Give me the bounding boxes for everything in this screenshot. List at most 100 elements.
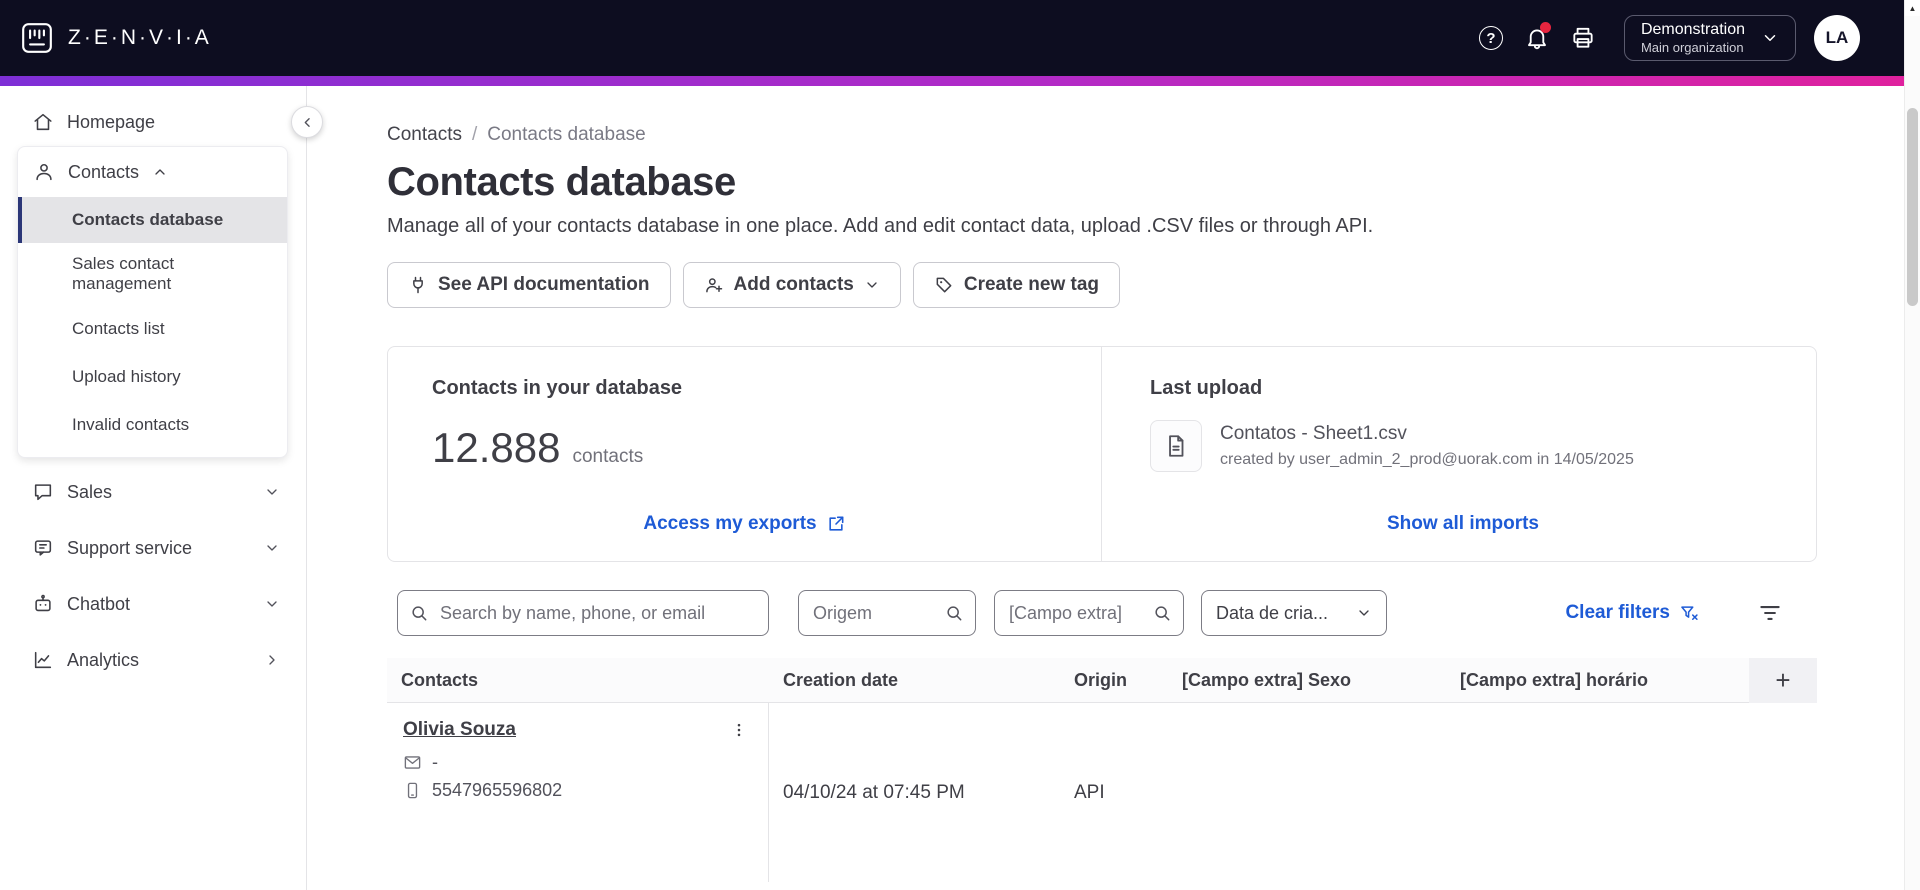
contacts-count-title: Contacts in your database xyxy=(432,377,683,399)
table-row: Olivia Souza - 5547965596802 04/10/24 at… xyxy=(387,703,1817,882)
sidebar-item-label: Support service xyxy=(67,537,193,558)
api-plug-icon xyxy=(408,275,428,295)
date-filter-label: Data de cria... xyxy=(1216,602,1329,623)
column-header-origin: Origin xyxy=(1074,670,1127,690)
sidebar-item-contacts-list[interactable]: Contacts list xyxy=(18,305,287,353)
sidebar-item-chatbot[interactable]: Chatbot xyxy=(0,576,306,632)
contacts-count-unit: contacts xyxy=(572,446,644,467)
link-label: Show all imports xyxy=(1386,513,1540,534)
search-field-wrap xyxy=(397,590,769,636)
last-upload-section: Last upload Contatos - Sheet1.csv create… xyxy=(1101,347,1816,561)
search-input[interactable] xyxy=(397,590,769,636)
chevron-down-icon xyxy=(264,540,280,556)
origem-field-wrap xyxy=(798,590,976,636)
creation-date-filter-select[interactable]: Data de cria... xyxy=(1201,590,1387,636)
link-label: Access my exports xyxy=(643,513,817,534)
link-label: Clear filters xyxy=(1565,602,1670,623)
contacts-count-value: 12.888 xyxy=(432,424,561,471)
last-upload-file-row: Contatos - Sheet1.csv created by user_ad… xyxy=(1150,420,1776,472)
create-new-tag-button[interactable]: Create new tag xyxy=(912,262,1121,308)
line-chart-icon xyxy=(32,649,54,671)
chevron-down-icon xyxy=(264,484,280,500)
scrollbar-up-arrow[interactable]: ▲ xyxy=(1905,0,1920,16)
main-content: Contacts / Contacts database Contacts da… xyxy=(307,86,1904,890)
sidebar-item-sales-contact-management[interactable]: Sales contact management xyxy=(18,243,287,305)
breadcrumb-current: Contacts database xyxy=(487,124,646,145)
sidebar-item-sales[interactable]: Sales xyxy=(0,464,306,520)
campo-extra-field-wrap xyxy=(994,590,1184,636)
sidebar-item-label: Analytics xyxy=(67,649,140,670)
scrollbar-thumb[interactable] xyxy=(1907,108,1918,306)
sidebar-item-contacts-database[interactable]: Contacts database xyxy=(18,197,287,243)
origin-cell: API xyxy=(1074,781,1105,803)
chevron-up-icon xyxy=(152,164,168,180)
contacts-count-row: 12.888 contacts xyxy=(432,424,1057,472)
breadcrumb-separator: / xyxy=(471,124,478,145)
breadcrumb-contacts[interactable]: Contacts xyxy=(387,124,462,146)
filters-bar: Data de cria... Clear filters xyxy=(387,590,1817,636)
organization-subtitle: Main organization xyxy=(1640,39,1744,55)
clear-filters-button[interactable]: Clear filters xyxy=(1565,602,1699,624)
sidebar: Homepage Contacts Contacts database Sale… xyxy=(0,86,307,890)
add-contacts-button[interactable]: Add contacts xyxy=(682,262,901,308)
vertical-scrollbar[interactable]: ▲ xyxy=(1904,0,1920,890)
chevron-down-icon xyxy=(1761,29,1779,47)
sidebar-item-homepage[interactable]: Homepage xyxy=(0,98,306,146)
home-icon xyxy=(32,111,54,133)
access-my-exports-link[interactable]: Access my exports xyxy=(643,513,845,535)
mobile-phone-icon xyxy=(403,781,422,800)
export-icon xyxy=(826,514,846,534)
contact-email-line: - xyxy=(403,752,758,773)
contact-name-link[interactable]: Olivia Souza xyxy=(403,719,516,741)
organization-name: Demonstration xyxy=(1640,20,1745,38)
support-chat-icon xyxy=(32,537,54,559)
sidebar-item-analytics[interactable]: Analytics xyxy=(0,632,306,688)
zenvia-logo-icon xyxy=(20,21,54,55)
person-icon xyxy=(33,161,55,183)
see-api-documentation-button[interactable]: See API documentation xyxy=(387,262,671,308)
sidebar-collapse-button[interactable] xyxy=(291,106,323,138)
creation-date-cell: 04/10/24 at 07:45 PM xyxy=(783,781,965,803)
add-column-button[interactable]: + xyxy=(1749,658,1817,703)
last-upload-file-info: Contatos - Sheet1.csv created by user_ad… xyxy=(1220,423,1634,469)
button-label: Create new tag xyxy=(963,274,1100,295)
page-toolbar: See API documentation Add contacts Creat… xyxy=(387,262,1817,308)
zenvia-wordmark: Z·E·N·V·I·A xyxy=(68,26,212,49)
user-avatar[interactable]: LA xyxy=(1814,15,1860,61)
sidebar-item-upload-history[interactable]: Upload history xyxy=(18,353,287,401)
chat-bubble-icon xyxy=(32,481,54,503)
uploaded-file-meta: created by user_admin_2_prod@uorak.com i… xyxy=(1220,451,1634,468)
chevron-left-icon xyxy=(300,115,315,130)
button-label: Add contacts xyxy=(733,274,854,295)
chevron-right-icon xyxy=(264,652,280,668)
filter-settings-icon[interactable] xyxy=(1757,600,1783,626)
notifications-button[interactable] xyxy=(1514,15,1560,61)
search-icon xyxy=(1152,603,1172,623)
envelope-icon xyxy=(403,753,422,772)
page-title: Contacts database xyxy=(387,160,736,204)
campo-horario-cell xyxy=(1446,703,1749,882)
tag-icon xyxy=(934,275,954,295)
sidebar-item-support-service[interactable]: Support service xyxy=(0,520,306,576)
column-header-creation-date: Creation date xyxy=(783,670,899,690)
breadcrumb: Contacts / Contacts database xyxy=(387,124,1817,146)
contacts-table-header: Contacts Creation date Origin [Campo ext… xyxy=(387,658,1817,703)
brand-gradient-bar xyxy=(0,76,1920,86)
sidebar-item-contacts[interactable]: Contacts xyxy=(18,147,287,197)
print-button[interactable] xyxy=(1560,15,1606,61)
campo-sexo-cell xyxy=(1168,703,1446,882)
top-bar: Z·E·N·V·I·A ? Demonstration Main organiz… xyxy=(0,0,1920,76)
row-kebab-menu[interactable] xyxy=(730,719,748,741)
notification-dot xyxy=(1539,22,1551,33)
help-button[interactable]: ? xyxy=(1468,15,1514,61)
help-icon: ? xyxy=(1478,26,1503,50)
zenvia-logo[interactable]: Z·E·N·V·I·A xyxy=(20,21,212,55)
chevron-down-icon xyxy=(264,596,280,612)
csv-file-icon xyxy=(1150,420,1202,472)
organization-switcher[interactable]: Demonstration Main organization xyxy=(1623,15,1796,61)
show-all-imports-link[interactable]: Show all imports xyxy=(1387,513,1539,535)
column-header-contacts: Contacts xyxy=(401,670,479,690)
contact-phone-line: 5547965596802 xyxy=(403,780,758,801)
contact-cell: Olivia Souza - 5547965596802 xyxy=(387,703,769,882)
sidebar-item-invalid-contacts[interactable]: Invalid contacts xyxy=(18,401,287,449)
